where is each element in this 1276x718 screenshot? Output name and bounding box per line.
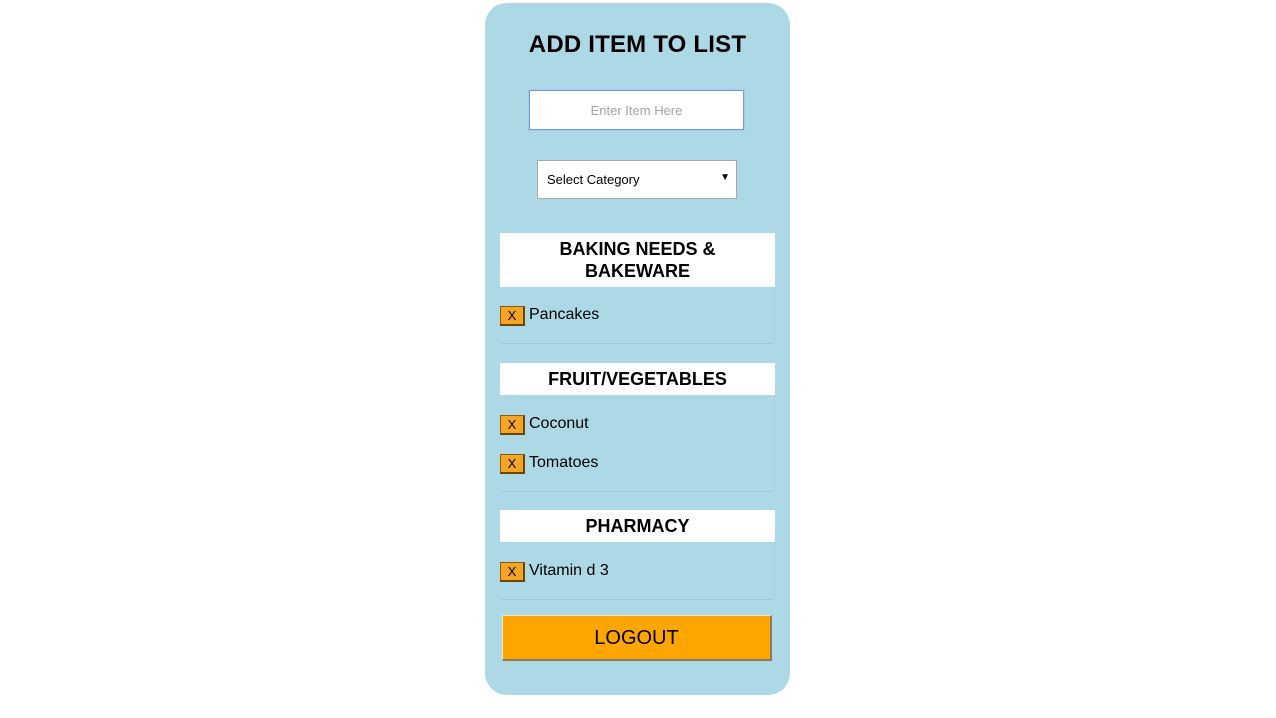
list-item: X Vitamin d 3	[500, 562, 770, 582]
list-item: X Coconut	[500, 415, 770, 435]
item-label: Tomatoes	[529, 454, 599, 471]
category-header-pharmacy: PHARMACY	[500, 510, 775, 542]
category-select-value: Select Category	[547, 172, 640, 187]
list-item: X Pancakes	[500, 306, 770, 326]
add-item-panel: ADD ITEM TO LIST Select Category ▼ BAKIN…	[485, 3, 790, 695]
item-label: Vitamin d 3	[529, 562, 609, 579]
delete-item-button[interactable]: X	[500, 562, 525, 582]
category-header-baking-line1: BAKING NEEDS &	[559, 239, 716, 259]
logout-button[interactable]: LOGOUT	[502, 615, 772, 661]
item-input[interactable]	[529, 90, 744, 130]
delete-item-button[interactable]: X	[500, 415, 525, 435]
dropdown-triangle-icon: ▼	[720, 172, 730, 183]
delete-item-button[interactable]: X	[500, 454, 525, 474]
category-header-fruit-vegetables: FRUIT/VEGETABLES	[500, 363, 775, 395]
category-items-baking: X Pancakes	[500, 287, 775, 344]
category-items-fruit-vegetables: X Coconut X Tomatoes	[500, 395, 775, 492]
delete-item-button[interactable]: X	[500, 306, 525, 326]
page-title: ADD ITEM TO LIST	[528, 31, 747, 58]
item-label: Coconut	[529, 415, 589, 432]
category-header-baking-line2: BAKEWARE	[584, 261, 690, 281]
category-items-pharmacy: X Vitamin d 3	[500, 542, 775, 600]
list-item: X Tomatoes	[500, 454, 770, 474]
item-label: Pancakes	[529, 306, 600, 323]
category-header-baking: BAKING NEEDS & BAKEWARE	[500, 233, 775, 287]
category-select[interactable]: Select Category ▼	[537, 160, 737, 199]
